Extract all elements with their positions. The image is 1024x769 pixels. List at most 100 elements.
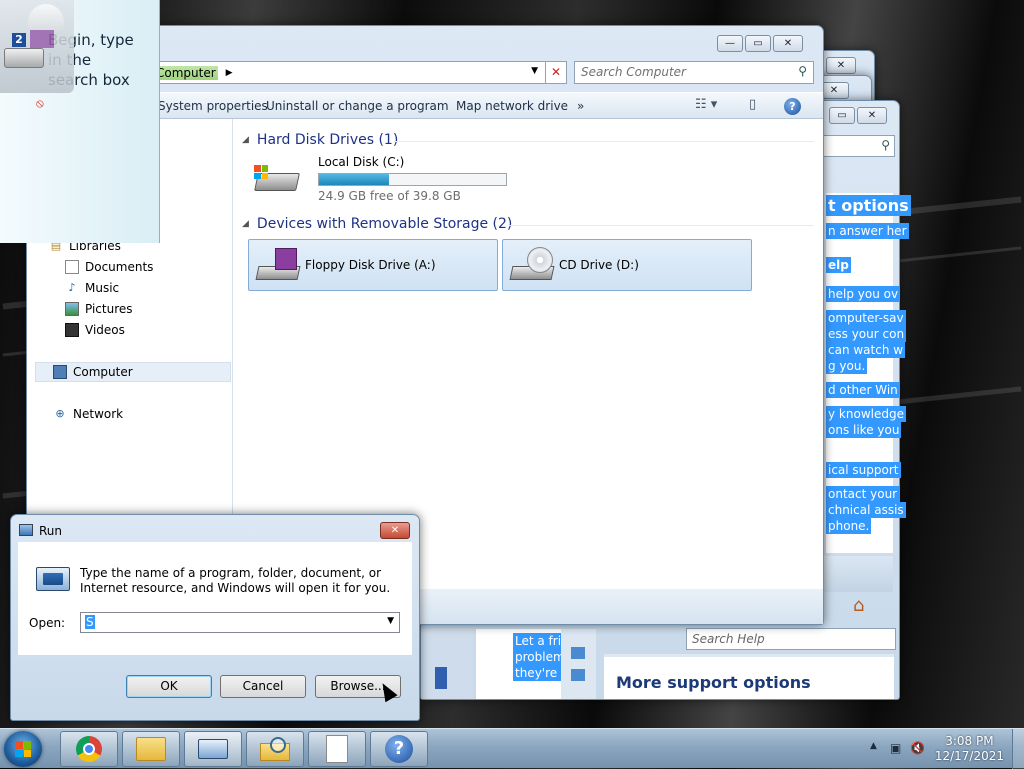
more-commands-button[interactable]: » xyxy=(577,99,584,113)
close-icon[interactable]: ✕ xyxy=(826,57,856,74)
chevron-down-icon[interactable]: ▼ xyxy=(387,616,394,626)
show-desktop-button[interactable] xyxy=(1012,729,1024,769)
network-icon: ⊕ xyxy=(55,407,65,420)
badge-count: 2 xyxy=(12,33,26,47)
blocked-icon: ⦸ xyxy=(36,96,44,110)
run-icon xyxy=(198,739,228,759)
windows-logo-icon xyxy=(15,741,31,757)
taskbar-help[interactable]: ? xyxy=(370,731,428,767)
help-heading: t options xyxy=(826,195,911,216)
local-disk-item[interactable]: Local Disk (C:) 24.9 GB free of 39.8 GB xyxy=(248,155,508,207)
breadcrumb-computer[interactable]: Computer xyxy=(154,65,218,80)
floppy-drive-icon xyxy=(253,246,303,282)
map-network-drive-button[interactable]: Map network drive xyxy=(456,99,568,113)
close-icon[interactable]: ✕ xyxy=(773,35,803,52)
nav-videos[interactable]: Videos xyxy=(65,323,125,337)
taskbar-run[interactable] xyxy=(184,731,242,767)
nav-documents[interactable]: Documents xyxy=(65,260,153,274)
uninstall-program-button[interactable]: Uninstall or change a program xyxy=(266,99,449,113)
change-view-icon[interactable]: ☷ ▾ xyxy=(695,97,717,112)
taskbar-document[interactable] xyxy=(308,731,366,767)
floppy-drive-item[interactable]: Floppy Disk Drive (A:) xyxy=(248,239,498,291)
help-line: can watch w xyxy=(826,342,906,358)
help-left-pane: Let a frie problem they're h xyxy=(476,629,571,699)
nav-network[interactable]: ⊕ Network xyxy=(53,407,123,421)
hard-disk-icon xyxy=(252,161,302,197)
help-line: g you. xyxy=(826,358,868,374)
nav-music[interactable]: ♪ Music xyxy=(65,281,119,295)
more-support-heading[interactable]: More support options xyxy=(616,673,811,692)
help-more-support: More support options xyxy=(604,654,894,699)
search-computer-input[interactable]: Search Computer ⚲ xyxy=(574,61,814,84)
help-line: problem xyxy=(513,649,567,665)
ok-button[interactable]: OK xyxy=(126,675,212,698)
cancel-button[interactable]: Cancel xyxy=(220,675,306,698)
breadcrumb-arrow-icon[interactable]: ▶ xyxy=(226,68,233,78)
nav-label: Network xyxy=(73,407,124,421)
volume-muted-icon[interactable]: 🔇 xyxy=(910,741,925,755)
help-line: ess your con xyxy=(826,326,907,342)
close-icon[interactable]: ✕ xyxy=(857,107,887,124)
clock-time: 3:08 PM xyxy=(945,734,994,748)
collapse-icon[interactable]: ◢ xyxy=(242,135,249,145)
start-button[interactable] xyxy=(4,731,42,767)
documents-icon xyxy=(65,260,79,274)
computer-icon xyxy=(571,669,585,681)
help-line: elp xyxy=(826,257,851,273)
search-icon: ⚲ xyxy=(881,138,890,152)
system-properties-button[interactable]: System properties xyxy=(158,99,268,113)
help-line: ical support xyxy=(826,462,901,478)
help-line: omputer-sav xyxy=(826,310,906,326)
restore-icon[interactable]: ▭ xyxy=(745,35,771,52)
help-search-input[interactable]: ⚲ xyxy=(821,135,895,157)
network-tray-icon[interactable]: ▣ xyxy=(890,741,901,755)
preview-pane-icon[interactable]: ▯ xyxy=(749,97,756,112)
nav-label: Pictures xyxy=(85,302,133,316)
cd-drive-item[interactable]: CD Drive (D:) xyxy=(502,239,752,291)
help-line: ontact your xyxy=(826,486,900,502)
book-icon xyxy=(435,667,447,689)
help-icon[interactable]: ? xyxy=(784,98,801,115)
help-strip xyxy=(421,629,473,699)
show-hidden-icons-icon[interactable]: ▲ xyxy=(870,741,877,751)
computer-icon xyxy=(53,365,67,379)
search-icon: ⚲ xyxy=(798,64,807,78)
chevron-down-icon[interactable]: ▼ xyxy=(531,66,538,76)
home-icon[interactable]: ⌂ xyxy=(853,595,877,617)
run-title: Run xyxy=(39,524,63,538)
open-input[interactable]: S ▼ xyxy=(80,612,400,633)
taskbar-explorer[interactable] xyxy=(122,731,180,767)
search-folder-icon xyxy=(260,737,290,761)
run-body: Type the name of a program, folder, docu… xyxy=(18,542,412,655)
taskbar-chrome[interactable] xyxy=(60,731,118,767)
floppy-drive-name: Floppy Disk Drive (A:) xyxy=(305,258,436,272)
address-bar[interactable]: Computer ▶ ▼ xyxy=(147,61,567,84)
group-divider xyxy=(394,141,814,142)
search-help-input[interactable]: Search Help xyxy=(686,628,896,650)
help-line: n answer her xyxy=(826,223,909,239)
stop-icon[interactable]: ✕ xyxy=(545,61,567,84)
nav-computer[interactable]: Computer xyxy=(53,365,133,379)
search-placeholder: Search Computer xyxy=(581,65,686,79)
nav-pictures[interactable]: Pictures xyxy=(65,302,133,316)
hard-disk-group-header[interactable]: ◢ Hard Disk Drives (1) xyxy=(242,132,398,148)
run-dialog[interactable]: Run ✕ Type the name of a program, folder… xyxy=(10,514,420,721)
start-menu-fragment[interactable]: Begin, type in the search box 2 ⦸ xyxy=(0,0,160,243)
taskbar-search-results[interactable] xyxy=(246,731,304,767)
taskbar: ? ▲ ▣ 🔇 3:08 PM 12/17/2021 xyxy=(0,728,1024,769)
close-icon[interactable]: ✕ xyxy=(380,522,410,539)
help-line: chnical assis xyxy=(826,502,906,518)
collapse-icon[interactable]: ◢ xyxy=(242,219,249,229)
help-content: t options n answer her elp help you ov o… xyxy=(826,193,911,553)
group-divider xyxy=(509,225,814,226)
removable-group-header[interactable]: ◢ Devices with Removable Storage (2) xyxy=(242,216,512,232)
restore-icon[interactable]: ▭ xyxy=(829,107,855,124)
clock[interactable]: 3:08 PM 12/17/2021 xyxy=(935,734,1004,764)
local-disk-name: Local Disk (C:) xyxy=(318,155,405,169)
minimize-icon[interactable]: — xyxy=(717,35,743,52)
help-line: d other Win xyxy=(826,382,900,398)
help-line: help you ov xyxy=(826,286,901,302)
monitor-icon xyxy=(571,647,585,659)
cd-drive-name: CD Drive (D:) xyxy=(559,258,639,272)
open-label: Open: xyxy=(29,616,66,630)
